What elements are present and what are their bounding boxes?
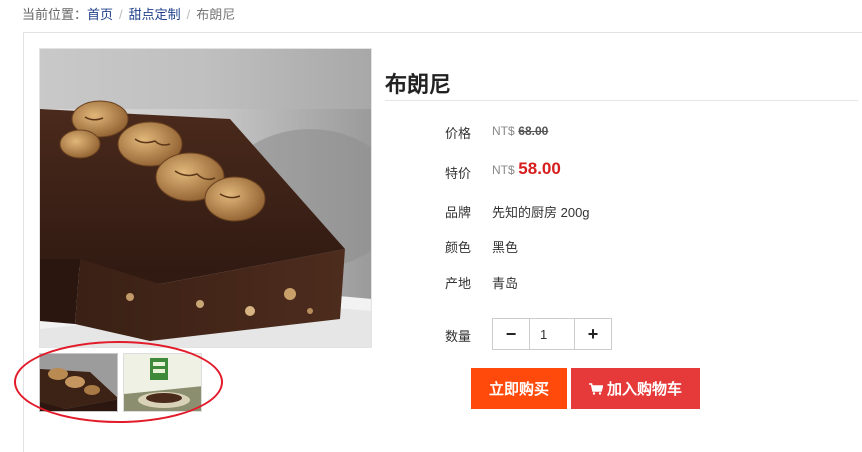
product-thumbnail-2[interactable] [123,353,202,412]
buy-now-button[interactable]: 立即购买 [471,368,567,409]
breadcrumb-category-link[interactable]: 甜点定制 [129,7,181,22]
price-label: 价格 [445,126,472,141]
brand-label: 品牌 [445,205,472,220]
special-price-currency: NT$ [492,163,515,177]
origin-label: 产地 [445,276,472,291]
special-price-value: NT$ 58.00 [492,159,561,179]
product-thumbnail-1[interactable] [39,353,118,412]
color-value: 黑色 [492,240,519,255]
breadcrumb-current: 布朗尼 [196,7,236,22]
package-thumbnail-image [124,354,201,411]
add-to-cart-button[interactable]: 加入购物车 [571,368,700,409]
quantity-label: 数量 [445,329,472,344]
breadcrumb-home-link[interactable]: 首页 [87,7,113,22]
breadcrumb: 当前位置：首页 / 甜点定制 / 布朗尼 [22,4,235,23]
color-label: 颜色 [445,240,472,255]
shopping-cart-icon [588,382,603,395]
product-title: 布朗尼 [385,72,452,97]
brownie-photo [40,49,371,347]
quantity-stepper: − + [492,318,612,350]
original-price: 68.00 [518,124,549,138]
special-price: 58.00 [518,159,561,178]
breadcrumb-separator: / [186,7,191,22]
brand-value: 先知的厨房 200g [492,205,590,220]
product-main-image [39,48,372,348]
brownie-thumbnail-image [40,354,117,411]
quantity-increase-button[interactable]: + [575,319,611,349]
title-divider [385,100,858,101]
breadcrumb-separator: / [119,7,123,22]
price-value: NT$ 68.00 [492,123,548,138]
origin-value: 青岛 [492,276,519,291]
price-currency: NT$ [492,124,515,138]
breadcrumb-prefix: 当前位置： [22,7,88,22]
quantity-input[interactable] [529,319,575,349]
special-price-label: 特价 [445,166,472,181]
quantity-decrease-button[interactable]: − [493,319,529,349]
add-to-cart-label: 加入购物车 [606,381,682,398]
